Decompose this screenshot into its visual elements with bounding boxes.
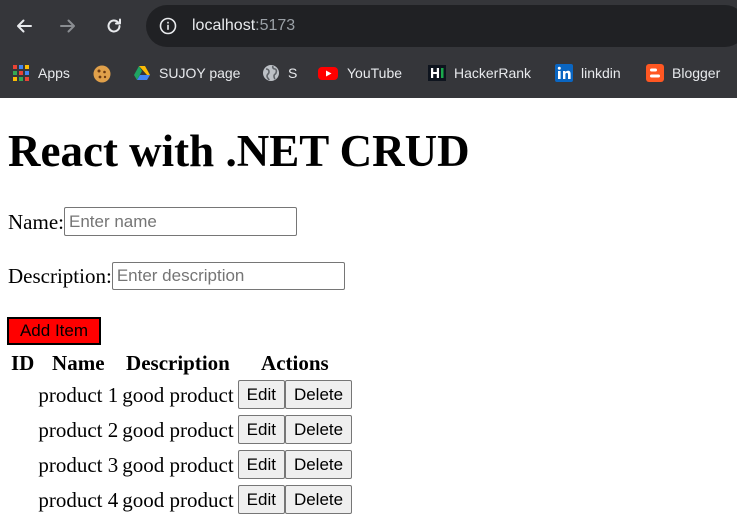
address-bar[interactable]: localhost:5173 [146, 5, 737, 47]
header-description: Description [126, 351, 230, 375]
bookmark-blogger[interactable]: Blogger [646, 62, 720, 84]
site-info-icon[interactable] [159, 17, 177, 35]
cookie-icon [92, 64, 111, 83]
globe-icon [262, 64, 280, 82]
url-text: localhost:5173 [192, 16, 295, 36]
name-label: Name: [8, 209, 64, 234]
table-row: product 1 good product Edit Delete [10, 378, 353, 411]
bookmark-label: S [288, 65, 298, 81]
cell-actions: Edit Delete [237, 483, 353, 516]
bookmark-cookie[interactable] [92, 62, 118, 84]
cell-name: product 3 [38, 452, 119, 477]
add-item-button[interactable]: Add Item [7, 317, 101, 345]
blogger-icon [646, 64, 664, 82]
cell-name: product 2 [38, 417, 119, 442]
url-host: localhost [192, 17, 256, 34]
description-row: Description: [8, 262, 345, 290]
header-id: ID [11, 351, 35, 375]
name-row: Name: [8, 207, 297, 236]
hackerrank-icon [428, 64, 446, 82]
cell-id [10, 483, 35, 516]
bookmark-label: linkdin [581, 65, 621, 81]
cell-description: good product [122, 452, 234, 477]
bookmark-apps[interactable]: Apps [12, 62, 70, 84]
google-drive-icon [133, 64, 151, 82]
back-button[interactable] [8, 10, 40, 42]
reload-button[interactable] [98, 10, 130, 42]
page-content: React with .NET CRUD Name: Description: … [0, 98, 737, 532]
items-table: ID Name Description Actions product 1 go… [8, 348, 355, 518]
edit-button[interactable]: Edit [237, 450, 285, 480]
cell-id [10, 378, 35, 411]
linkedin-icon [555, 64, 573, 82]
name-input[interactable] [63, 207, 297, 236]
table-row: product 4 good product Edit Delete [10, 483, 353, 516]
bookmark-label: HackerRank [454, 65, 532, 81]
bookmark-label: YouTube [347, 65, 403, 81]
cell-name: product 4 [38, 487, 119, 512]
cell-actions: Edit Delete [237, 448, 353, 481]
table-row: product 3 good product Edit Delete [10, 448, 353, 481]
delete-button[interactable]: Delete [284, 415, 353, 445]
bookmark-s[interactable]: S [262, 62, 297, 84]
delete-button[interactable]: Delete [284, 380, 353, 410]
bookmark-sujoy-page[interactable]: SUJOY page [133, 62, 240, 84]
bookmark-label: Blogger [672, 65, 721, 81]
back-arrow-icon [17, 19, 32, 33]
reload-icon [107, 18, 121, 33]
cell-description: good product [122, 487, 234, 512]
cell-name: product 1 [38, 382, 119, 407]
bookmark-label: Apps [38, 65, 70, 81]
youtube-icon [317, 64, 339, 82]
cell-description: good product [122, 382, 234, 407]
edit-button[interactable]: Edit [237, 415, 285, 445]
cell-actions: Edit Delete [237, 413, 353, 446]
bookmark-label: SUJOY page [159, 65, 241, 81]
cell-actions: Edit Delete [237, 378, 353, 411]
delete-button[interactable]: Delete [284, 450, 353, 480]
forward-arrow-icon [60, 19, 75, 33]
table-row: product 2 good product Edit Delete [10, 413, 353, 446]
delete-button[interactable]: Delete [284, 485, 353, 515]
description-input[interactable] [111, 262, 345, 290]
url-port: :5173 [255, 17, 296, 34]
bookmark-youtube[interactable]: YouTube [317, 62, 402, 84]
edit-button[interactable]: Edit [237, 380, 285, 410]
cell-id [10, 413, 35, 446]
bookmarks-bar: Apps SUJOY page S YouTube HackerRank lin… [0, 58, 737, 88]
cell-id [10, 448, 35, 481]
bookmark-linkdin[interactable]: linkdin [555, 62, 621, 84]
apps-grid-icon [12, 64, 30, 82]
description-label: Description: [8, 264, 112, 288]
edit-button[interactable]: Edit [237, 485, 285, 515]
browser-chrome: localhost:5173 Apps SUJOY page S YouTube… [0, 0, 737, 98]
cell-description: good product [122, 417, 234, 442]
header-name: Name [52, 351, 105, 375]
forward-button[interactable] [52, 10, 84, 42]
table-header-row: ID Name Description Actions [10, 350, 353, 376]
header-actions: Actions [261, 351, 329, 375]
page-title: React with .NET CRUD [8, 126, 470, 176]
bookmark-hackerrank[interactable]: HackerRank [428, 62, 531, 84]
